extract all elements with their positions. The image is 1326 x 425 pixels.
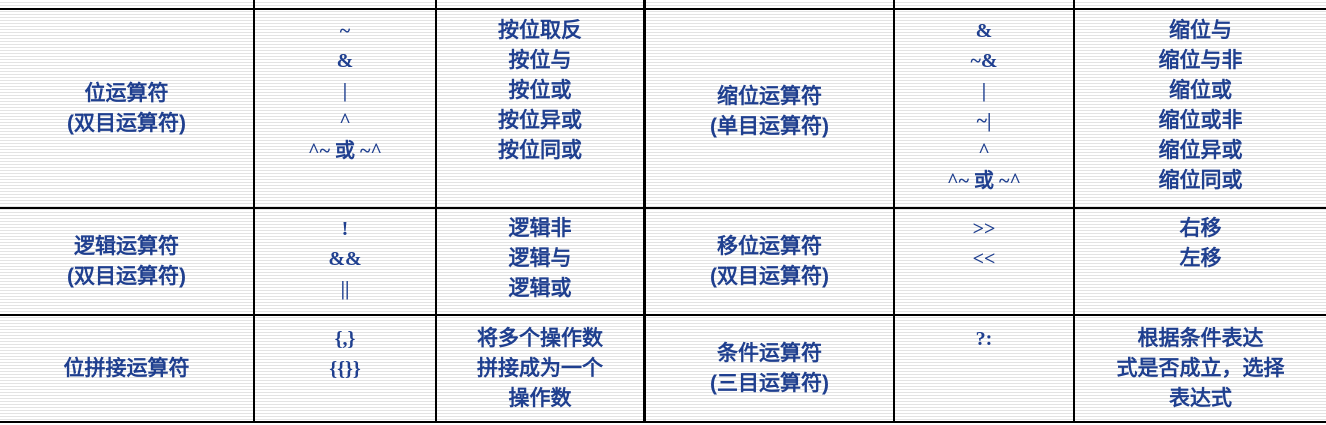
- category-type: (三目运算符): [710, 371, 829, 395]
- operator-meaning: 逻辑或: [508, 277, 572, 300]
- meanings-cell: 根据条件表达 式是否成立，选择 表达式: [1075, 316, 1326, 421]
- operator-symbol: |: [342, 80, 348, 102]
- symbols-cell: ?:: [895, 324, 1073, 421]
- operator-symbol: ~&: [970, 50, 998, 72]
- operator-meaning: 缩位或: [1169, 79, 1232, 102]
- operator-symbol: {{}}: [329, 358, 361, 380]
- operator-symbol: &&: [328, 248, 362, 270]
- category-name: 位拼接运算符: [63, 356, 190, 380]
- meanings-cell: 逻辑非 逻辑与 逻辑或: [437, 214, 643, 314]
- operator-symbol: ?:: [975, 328, 993, 350]
- operator-meaning: 式是否成立，选择: [1116, 356, 1285, 380]
- operator-symbol: |: [981, 80, 987, 102]
- operator-symbol: >>: [972, 218, 996, 240]
- operator-symbol: ^~ 或 ~^: [307, 140, 383, 162]
- row-divider: [0, 421, 1326, 423]
- operator-meaning: 按位异或: [498, 109, 582, 132]
- operator-symbol: !: [341, 218, 349, 240]
- operator-symbol: {,}: [334, 328, 356, 350]
- operator-meaning: 缩位或非: [1158, 109, 1243, 132]
- category-name: 位运算符: [84, 81, 169, 105]
- meanings-cell: 缩位与 缩位与非 缩位或 缩位或非 缩位异或 缩位同或: [1075, 16, 1326, 207]
- operator-meaning: 右移: [1179, 217, 1222, 240]
- operator-meaning: 按位同或: [498, 139, 582, 162]
- operator-meaning: 逻辑非: [508, 217, 572, 240]
- operator-meaning: 按位与: [508, 49, 572, 72]
- category-name: 逻辑运算符: [74, 234, 179, 258]
- operator-meaning: 表达式: [1169, 386, 1232, 410]
- symbols-cell: & ~& | ~| ^ ^~ 或 ~^: [895, 16, 1073, 207]
- operator-meaning: 操作数: [508, 386, 572, 410]
- operator-meaning: 按位或: [508, 79, 572, 102]
- category-type: (单目运算符): [710, 114, 829, 138]
- operator-symbol: ^~ 或 ~^: [946, 170, 1022, 192]
- symbols-cell: ! && ||: [255, 214, 435, 314]
- category-name: 条件运算符: [717, 341, 822, 365]
- operator-meaning: 根据条件表达: [1137, 326, 1264, 350]
- symbols-cell: ~ & | ^ ^~ 或 ~^: [255, 16, 435, 207]
- operator-symbol: &: [336, 50, 354, 72]
- operator-meaning: 缩位同或: [1158, 169, 1243, 192]
- category-cell: 逻辑运算符 (双目运算符): [0, 209, 253, 314]
- operator-symbol: ^: [339, 110, 351, 132]
- operator-meaning: 按位取反: [498, 19, 582, 42]
- operator-meaning: 缩位异或: [1158, 139, 1243, 162]
- operator-symbol: ~: [339, 20, 351, 42]
- category-type: (双目运算符): [67, 111, 186, 135]
- operator-symbol: ~|: [976, 110, 992, 132]
- meanings-cell: 将多个操作数 拼接成为一个 操作数: [437, 316, 643, 421]
- operator-meaning: 拼接成为一个: [477, 356, 603, 380]
- symbols-cell: >> <<: [895, 214, 1073, 314]
- category-cell: 位运算符 (双目运算符): [0, 10, 253, 207]
- category-name: 缩位运算符: [717, 84, 822, 108]
- operator-meaning: 缩位与: [1169, 19, 1232, 42]
- category-cell: 移位运算符 (双目运算符): [646, 209, 893, 314]
- category-name: 移位运算符: [717, 234, 822, 258]
- operator-meaning: 缩位与非: [1158, 49, 1243, 72]
- operator-symbol: &: [975, 20, 993, 42]
- category-type: (双目运算符): [67, 264, 186, 288]
- operator-meaning: 将多个操作数: [477, 326, 603, 350]
- meanings-cell: 右移 左移: [1075, 214, 1326, 314]
- operator-symbol: ^: [978, 140, 990, 162]
- symbols-cell: {,} {{}}: [255, 324, 435, 421]
- operator-meaning: 逻辑与: [508, 247, 572, 270]
- meanings-cell: 按位取反 按位与 按位或 按位异或 按位同或: [437, 16, 643, 207]
- operator-symbol: <<: [972, 248, 996, 270]
- category-type: (双目运算符): [710, 264, 829, 288]
- category-cell: 位拼接运算符: [0, 316, 253, 421]
- category-cell: 缩位运算符 (单目运算符): [646, 10, 893, 207]
- operator-meaning: 左移: [1179, 247, 1222, 270]
- operator-symbol: ||: [340, 278, 350, 300]
- category-cell: 条件运算符 (三目运算符): [646, 316, 893, 421]
